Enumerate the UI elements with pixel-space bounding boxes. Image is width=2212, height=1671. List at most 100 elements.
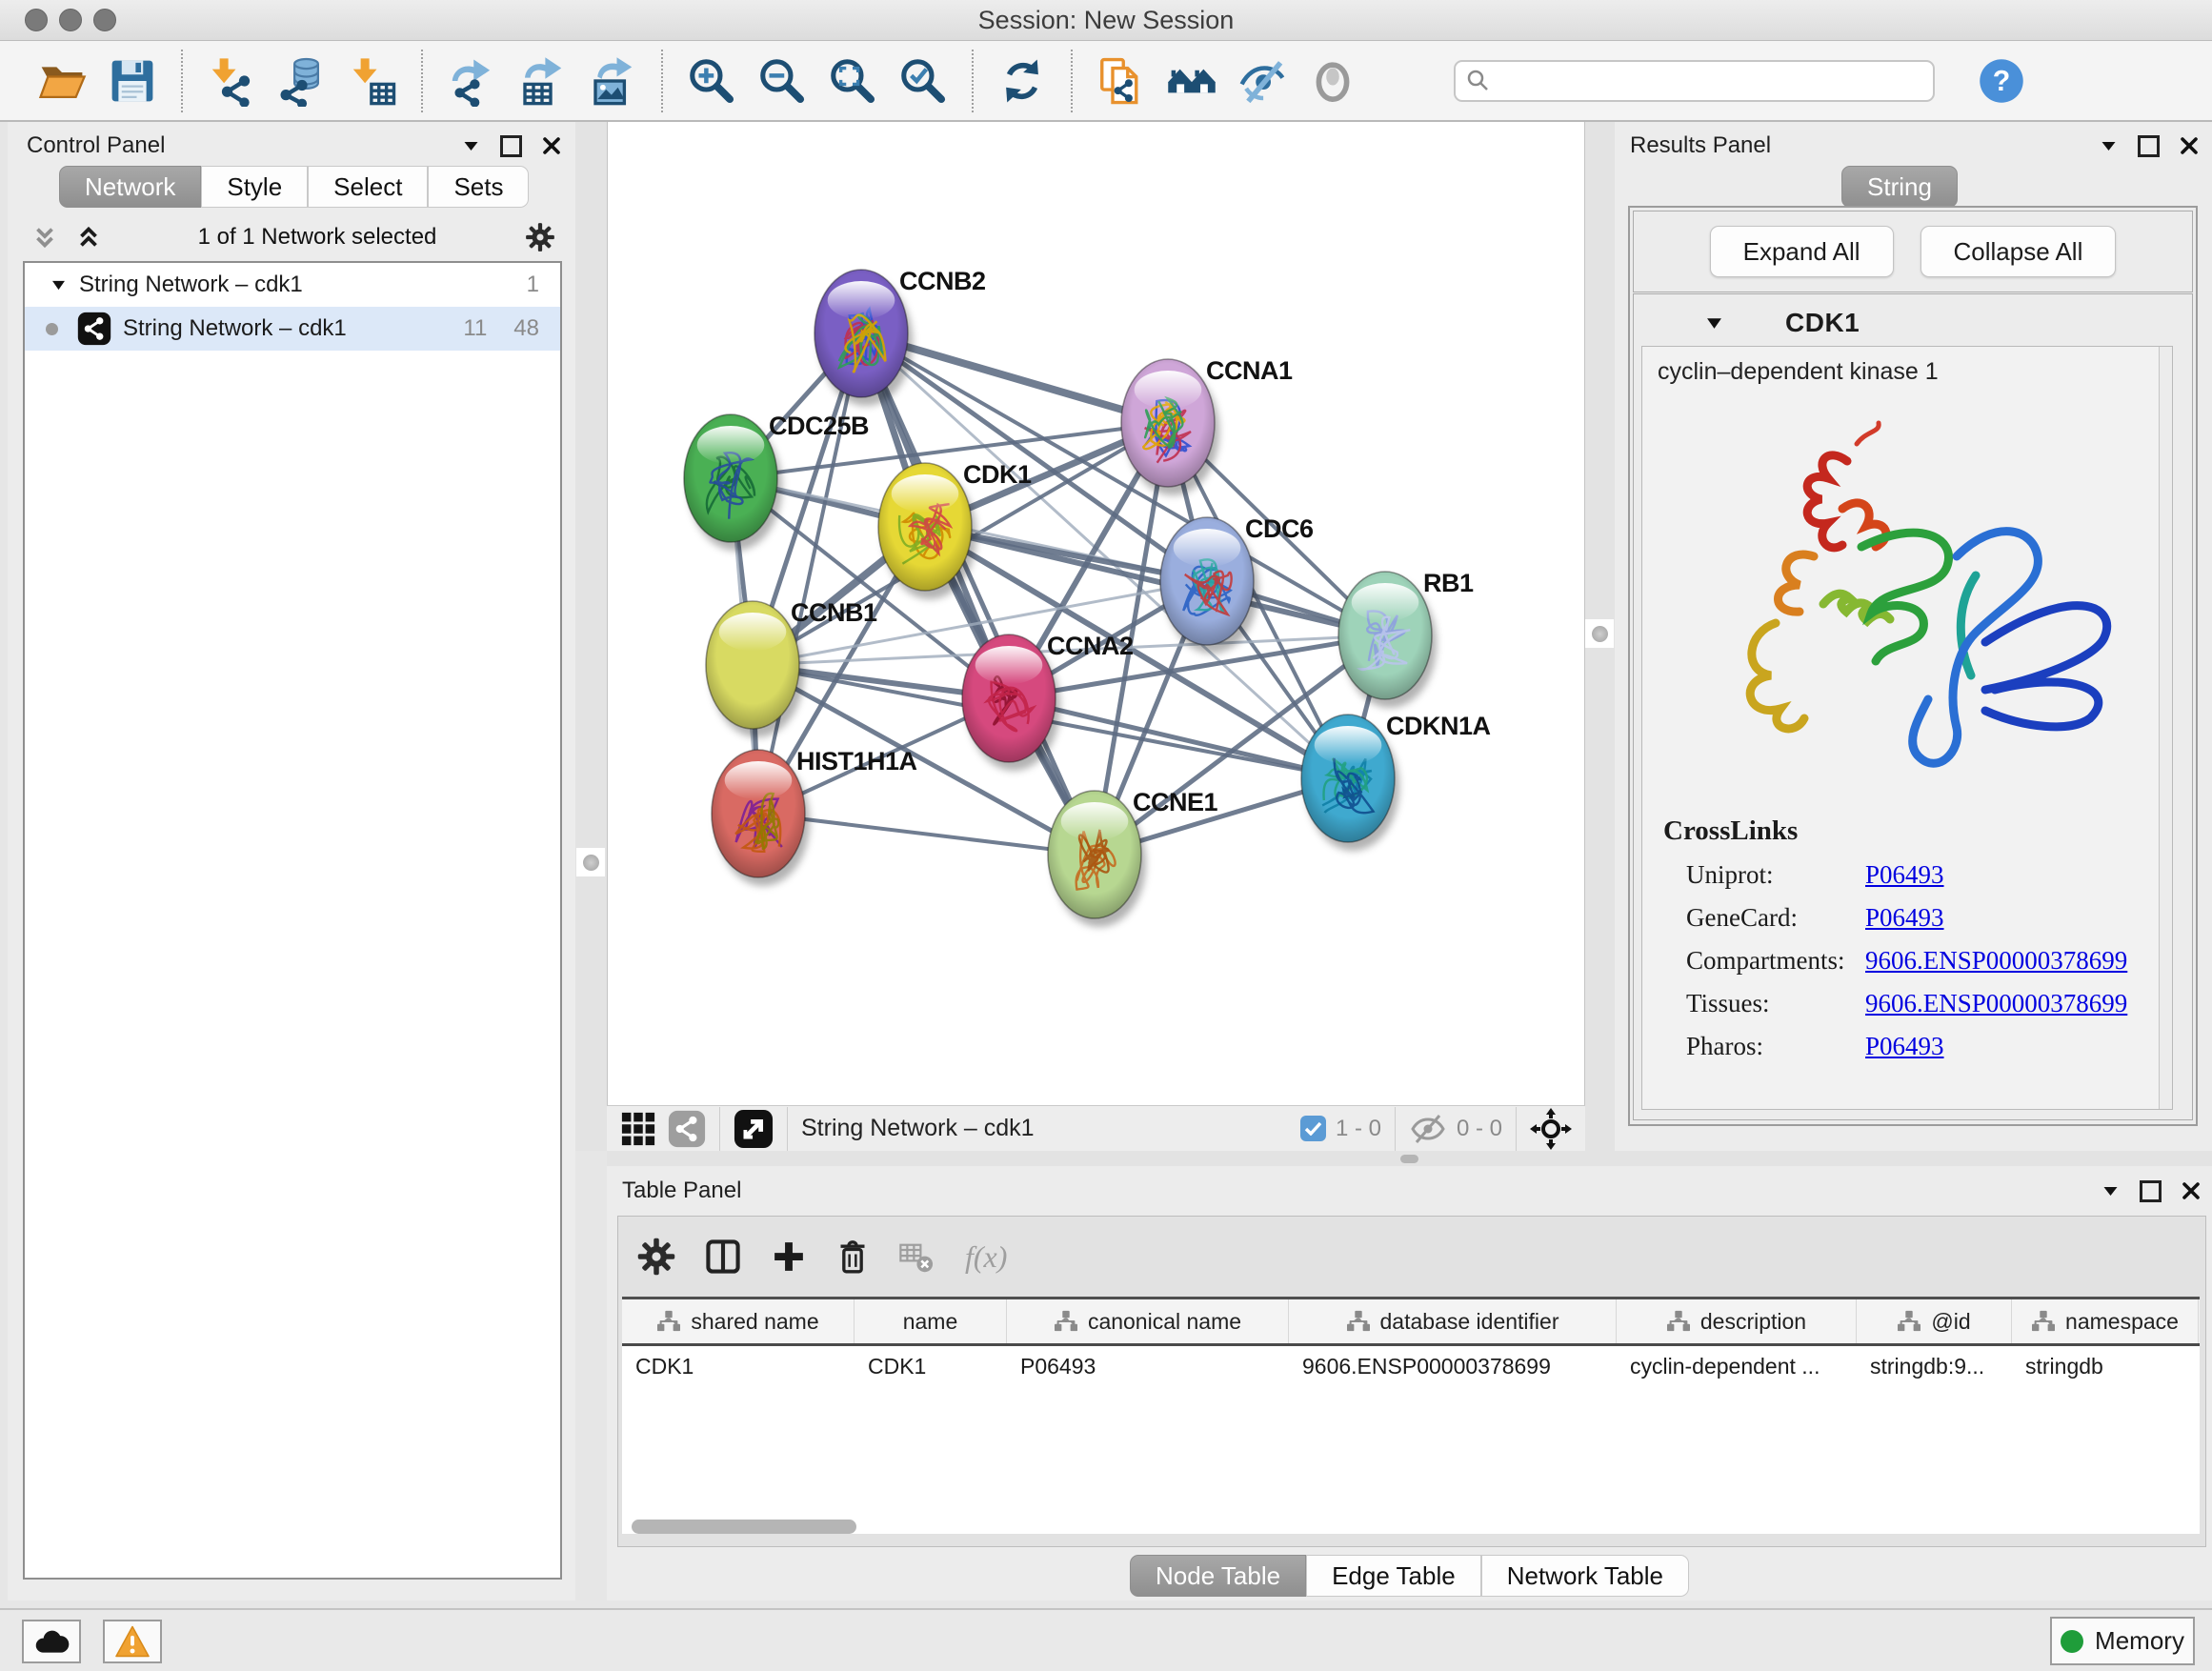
search-input[interactable] <box>1492 63 1933 99</box>
network-canvas[interactable]: CCNB2CCNA1CDC25BCDK1CDC6RB1CCNB1CCNA2CDK… <box>607 122 1585 1105</box>
gear-button[interactable] <box>635 1236 677 1278</box>
cloud-status-button[interactable] <box>22 1620 81 1663</box>
float-panel-icon[interactable] <box>2138 135 2160 157</box>
column-header-shared-name[interactable]: shared name <box>622 1299 855 1343</box>
detach-view-icon[interactable] <box>734 1109 774 1149</box>
crosslink-link[interactable]: P06493 <box>1865 903 1944 933</box>
table-cell[interactable]: CDK1 <box>855 1354 1007 1379</box>
crosslink-link[interactable]: 9606.ENSP00000378699 <box>1865 946 2127 976</box>
graph-node-CDKN1A[interactable] <box>1301 715 1399 851</box>
birds-eye-toggle-icon[interactable] <box>1530 1108 1572 1150</box>
import-network-database-button[interactable] <box>273 52 331 110</box>
graph-node-CCNE1[interactable] <box>1048 791 1146 927</box>
network-options-gear-icon[interactable] <box>524 221 556 253</box>
open-file-button[interactable] <box>33 52 90 110</box>
column-header-@id[interactable]: @id <box>1857 1299 2012 1343</box>
results-panel: Results Panel String Expand All Collapse… <box>1615 122 2212 1151</box>
columns-button[interactable] <box>702 1236 744 1278</box>
add-button[interactable] <box>769 1237 809 1277</box>
table-cell[interactable]: P06493 <box>1007 1354 1289 1379</box>
tab-string[interactable]: String <box>1841 166 1958 208</box>
crosslink-link[interactable]: P06493 <box>1865 1032 1944 1061</box>
graph-node-CCNB2[interactable] <box>814 270 913 406</box>
tab-sets[interactable]: Sets <box>428 166 529 208</box>
zoom-in-button[interactable] <box>683 52 740 110</box>
close-panel-icon[interactable] <box>2181 137 2198 154</box>
zoom-fit-button[interactable] <box>824 52 881 110</box>
left-panel-divider[interactable] <box>575 122 607 1151</box>
collapse-all-button[interactable]: Collapse All <box>1920 226 2117 277</box>
network-collection-row[interactable]: String Network – cdk1 1 <box>25 263 560 307</box>
crosslink-link[interactable]: P06493 <box>1865 860 1944 890</box>
left-divider-handle[interactable] <box>576 848 605 876</box>
right-divider-handle[interactable] <box>1585 619 1614 648</box>
toggle-graphics-details-button[interactable] <box>1234 52 1291 110</box>
tab-network-table[interactable]: Network Table <box>1481 1555 1689 1597</box>
export-image-button[interactable] <box>584 52 641 110</box>
delete-button[interactable] <box>834 1236 872 1278</box>
window-title: Session: New Session <box>0 0 2212 40</box>
graph-node-CCNB1[interactable] <box>706 601 804 737</box>
save-session-button[interactable] <box>104 52 161 110</box>
float-panel-icon[interactable] <box>500 135 522 157</box>
network-graph[interactable]: CCNB2CCNA1CDC25BCDK1CDC6RB1CCNB1CCNA2CDK… <box>608 122 1584 1105</box>
home-button[interactable] <box>1163 52 1220 110</box>
table-cell[interactable]: cyclin-dependent ... <box>1617 1354 1857 1379</box>
expand-all-icon[interactable] <box>74 222 103 252</box>
panel-menu-icon[interactable] <box>2102 1184 2119 1198</box>
right-panel-divider[interactable] <box>1584 122 1616 1151</box>
column-header-namespace[interactable]: namespace <box>2012 1299 2199 1343</box>
horizontal-divider[interactable] <box>607 1151 2212 1166</box>
graph-edge[interactable] <box>861 333 1095 855</box>
network-badge-icon[interactable] <box>668 1110 706 1148</box>
zoom-out-button[interactable] <box>754 52 811 110</box>
import-network-file-button[interactable] <box>203 52 260 110</box>
table-scrollbar[interactable] <box>632 1520 856 1534</box>
import-table-file-button[interactable] <box>344 52 401 110</box>
help-button[interactable]: ? <box>1973 52 2030 110</box>
search-field[interactable] <box>1454 60 1935 102</box>
graph-edge[interactable] <box>758 333 861 814</box>
birds-eye-button[interactable] <box>1304 52 1361 110</box>
table-cell[interactable]: 9606.ENSP00000378699 <box>1289 1354 1617 1379</box>
tab-node-table[interactable]: Node Table <box>1130 1555 1306 1597</box>
panel-menu-icon[interactable] <box>463 139 479 152</box>
zoom-selected-button[interactable] <box>895 52 952 110</box>
network-snapshot-button[interactable] <box>1093 52 1150 110</box>
section-collapse-icon[interactable] <box>1706 316 1722 330</box>
tab-edge-table[interactable]: Edge Table <box>1306 1555 1481 1597</box>
results-scrollbar[interactable] <box>2159 347 2172 1109</box>
table-cell[interactable]: stringdb <box>2012 1354 2199 1379</box>
export-table-button[interactable] <box>513 52 571 110</box>
graph-node-CDC6[interactable] <box>1160 517 1258 654</box>
export-network-button[interactable] <box>443 52 500 110</box>
tab-network[interactable]: Network <box>59 166 201 208</box>
graph-node-RB1[interactable] <box>1338 572 1437 708</box>
crosslink-link[interactable]: 9606.ENSP00000378699 <box>1865 989 2127 1018</box>
collapse-all-icon[interactable] <box>30 222 59 252</box>
tab-style[interactable]: Style <box>201 166 308 208</box>
column-header-database-identifier[interactable]: database identifier <box>1289 1299 1617 1343</box>
table-cell[interactable]: CDK1 <box>622 1354 855 1379</box>
expand-all-button[interactable]: Expand All <box>1710 226 1894 277</box>
selected-checkbox-icon[interactable] <box>1300 1116 1326 1141</box>
table-cell[interactable]: stringdb:9... <box>1857 1354 2012 1379</box>
column-header-canonical-name[interactable]: canonical name <box>1007 1299 1289 1343</box>
panel-menu-icon[interactable] <box>2101 139 2117 152</box>
network-row[interactable]: String Network – cdk1 11 48 <box>25 307 560 351</box>
close-panel-icon[interactable] <box>2182 1182 2200 1199</box>
table-row[interactable]: CDK1CDK1P064939606.ENSP00000378699cyclin… <box>622 1346 2200 1386</box>
float-panel-icon[interactable] <box>2140 1180 2162 1202</box>
warnings-button[interactable] <box>103 1620 162 1663</box>
column-header-name[interactable]: name <box>855 1299 1007 1343</box>
horizontal-divider-handle[interactable] <box>1400 1155 1418 1163</box>
memory-button[interactable]: Memory <box>2050 1617 2195 1665</box>
graph-node-CCNA2[interactable] <box>962 634 1060 771</box>
column-header-description[interactable]: description <box>1617 1299 1857 1343</box>
close-panel-icon[interactable] <box>543 137 560 154</box>
grid-view-icon[interactable] <box>620 1111 656 1147</box>
refresh-button[interactable] <box>994 52 1051 110</box>
tab-select[interactable]: Select <box>308 166 428 208</box>
collection-collapse-icon[interactable] <box>51 279 66 291</box>
graph-node-HIST1H1A[interactable] <box>712 750 810 886</box>
